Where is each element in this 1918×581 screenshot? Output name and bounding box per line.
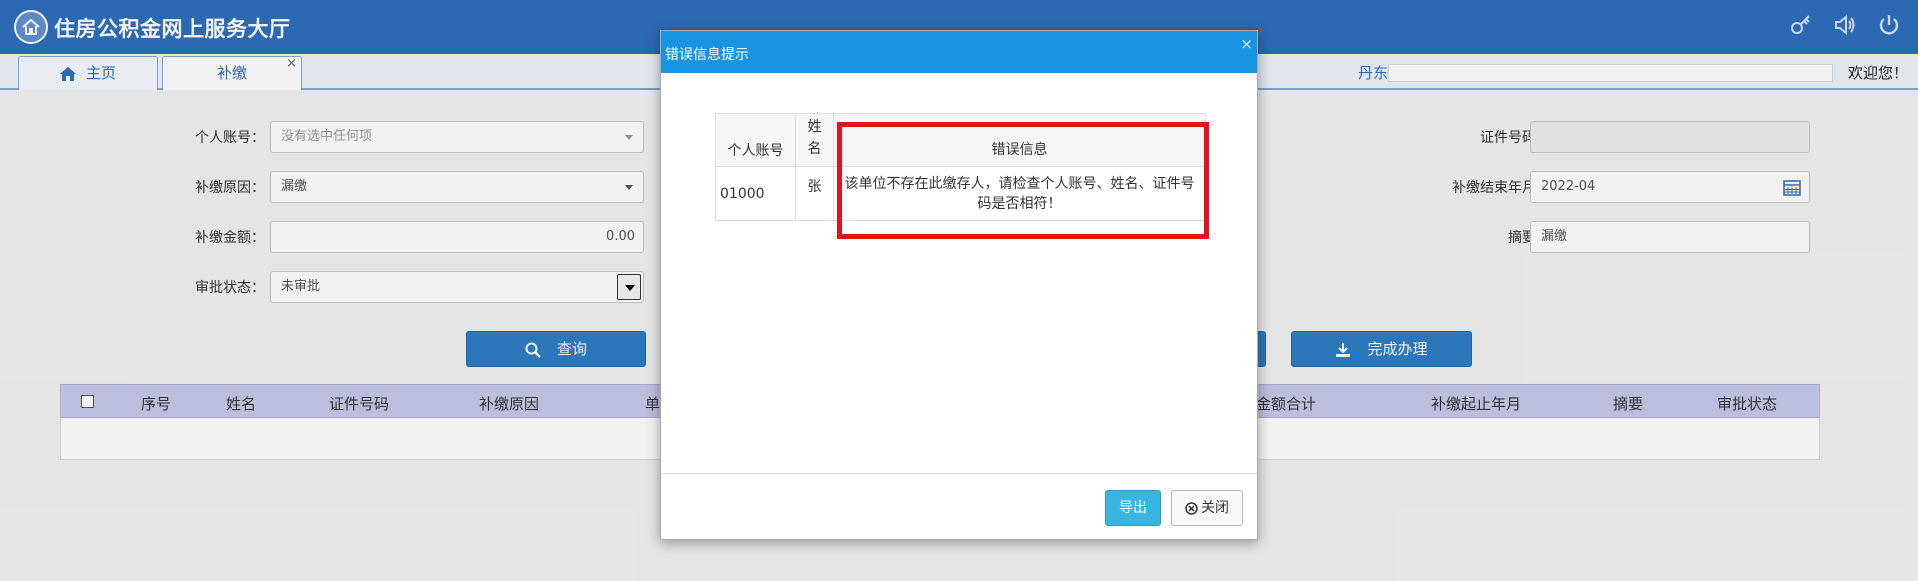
error-highlight-box <box>837 122 1209 239</box>
export-button[interactable]: 导出 <box>1105 490 1161 526</box>
name-cell: 张 <box>795 166 834 221</box>
col-name-label: 姓名 <box>807 119 822 157</box>
name-redaction <box>806 197 823 212</box>
error-dialog: 错误信息提示 × 个人账号 姓名 错误信息 01000 张 该单位不存在此缴存人… <box>660 30 1258 540</box>
dialog-close-icon[interactable]: × <box>1240 35 1253 53</box>
account-value: 01000 <box>720 185 765 202</box>
close-button-label: 关闭 <box>1201 500 1229 516</box>
account-cell: 01000 <box>715 166 796 221</box>
close-circle-icon <box>1185 501 1198 515</box>
dialog-title: 错误信息提示 <box>665 47 749 63</box>
col-account: 个人账号 <box>715 113 796 167</box>
name-value: 张 <box>807 178 822 195</box>
dialog-footer-divider <box>661 473 1257 474</box>
dialog-header: 错误信息提示 × <box>661 31 1257 73</box>
account-redaction <box>764 186 783 201</box>
col-name: 姓名 <box>795 113 834 167</box>
close-button[interactable]: 关闭 <box>1171 490 1243 526</box>
